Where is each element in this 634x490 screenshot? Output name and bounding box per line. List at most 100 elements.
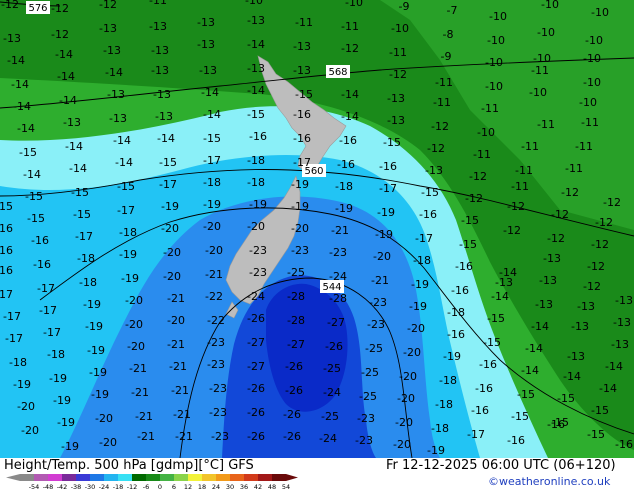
temperature-label: -12	[51, 28, 69, 41]
temperature-label: -20	[125, 318, 143, 331]
colorbar-tick-label: -18	[113, 483, 124, 490]
temperature-label: -12	[389, 68, 407, 81]
colorbar-swatch	[34, 474, 48, 481]
temperature-label: -10	[487, 34, 505, 47]
temperature-label: -24	[329, 270, 347, 283]
temperature-label: -19	[291, 178, 309, 191]
temperature-label: -13	[615, 294, 633, 307]
temperature-label: -19	[377, 206, 395, 219]
temperature-label: -13	[495, 276, 513, 289]
temperature-label: -26	[283, 430, 301, 443]
temperature-label: -23	[357, 412, 375, 425]
temperature-label: -11	[473, 148, 491, 161]
temperature-label: -16	[339, 134, 357, 147]
temperature-label: -14	[69, 162, 87, 175]
temperature-label: -14	[157, 132, 175, 145]
temperature-label: -13	[247, 62, 265, 75]
temperature-label: -19	[13, 378, 31, 391]
temperature-label: -15	[73, 208, 91, 221]
product-title: Height/Temp. 500 hPa [gdmp][°C] GFS	[4, 458, 254, 473]
temperature-label: -28	[287, 290, 305, 303]
temperature-label: -25	[323, 362, 341, 375]
temperature-label: -26	[247, 406, 265, 419]
colorbar-tick-label: 54	[282, 483, 290, 490]
temperature-label: -14	[105, 66, 123, 79]
temperature-label: -10	[477, 126, 495, 139]
temperature-label: -15	[19, 146, 37, 159]
temperature-label: -13	[425, 164, 443, 177]
colorbar-tick-label: 42	[254, 483, 262, 490]
temperature-label: -11	[435, 76, 453, 89]
temperature-label: -12	[603, 196, 621, 209]
temperature-label: -13	[577, 300, 595, 313]
colorbar-swatch	[104, 474, 118, 481]
temperature-label: -14	[65, 140, 83, 153]
temperature-label: -19	[57, 416, 75, 429]
temperature-label: -26	[325, 340, 343, 353]
temperature-label: -11	[511, 180, 529, 193]
temperature-label: -14	[113, 134, 131, 147]
temperature-label: -14	[203, 108, 221, 121]
temperature-label: -10	[583, 52, 601, 65]
temperature-label: -9	[399, 0, 410, 13]
colorbar-tick-label: -38	[71, 483, 82, 490]
colorbar-tick-label: 36	[240, 483, 248, 490]
temperature-label: -21	[331, 224, 349, 237]
temperature-label: -24	[323, 386, 341, 399]
temperature-label: -19	[427, 444, 445, 457]
temperature-label: -21	[173, 408, 191, 421]
temperature-label: -19	[249, 198, 267, 211]
temperature-label: -12	[587, 260, 605, 273]
temperature-label: -15	[27, 212, 45, 225]
temperature-label: -17	[43, 326, 61, 339]
temperature-label: -16	[337, 158, 355, 171]
temperature-label: -19	[83, 298, 101, 311]
temperature-label: -20	[99, 436, 117, 449]
colorbar-arrow-left	[6, 474, 20, 481]
temperature-label: -20	[205, 244, 223, 257]
temperature-label: -21	[171, 384, 189, 397]
temperature-label: -15	[459, 238, 477, 251]
temperature-label: -21	[371, 274, 389, 287]
credit-link[interactable]: ©weatheronline.co.uk	[488, 475, 610, 489]
temperature-label: -27	[247, 360, 265, 373]
temperature-label: -24	[319, 432, 337, 445]
colorbar-swatch	[48, 474, 62, 481]
temperature-label: -16	[0, 222, 13, 235]
temperature-label: -18	[335, 180, 353, 193]
temperature-label: -19	[161, 200, 179, 213]
temperature-label: -16	[547, 418, 565, 431]
temperature-label: -15	[159, 156, 177, 169]
temperature-label: -13	[571, 320, 589, 333]
temperature-label: -15	[247, 108, 265, 121]
temperature-label: -13	[387, 92, 405, 105]
contour-label-568: 568	[326, 65, 350, 78]
temperature-label: -13	[109, 112, 127, 125]
colorbar-tick-label: 24	[212, 483, 220, 490]
temperature-label: -13	[107, 88, 125, 101]
temperature-label: -13	[387, 114, 405, 127]
temperature-label: -13	[293, 40, 311, 53]
temperature-label: -17	[117, 204, 135, 217]
temperature-label: -12	[1, 0, 19, 11]
temperature-label: -13	[247, 14, 265, 27]
temperature-label: -19	[85, 320, 103, 333]
temperature-label: -10	[489, 10, 507, 23]
temperature-label: -18	[413, 254, 431, 267]
temperature-label: -19	[87, 344, 105, 357]
colorbar-tick-label: -42	[57, 483, 68, 490]
temperature-label: -26	[283, 408, 301, 421]
contour-label-576: 576	[26, 1, 50, 14]
temperature-label: -20	[17, 400, 35, 413]
colorbar-swatch	[188, 474, 202, 481]
colorbar-tick-label: 30	[226, 483, 234, 490]
colorbar-tick-label: 6	[172, 483, 176, 490]
temperature-label: -10	[579, 96, 597, 109]
temperature-label: -17	[415, 232, 433, 245]
temperature-label: -19	[61, 440, 79, 453]
temperature-label: -10	[541, 0, 559, 11]
temperature-label: -15	[421, 186, 439, 199]
temperature-label: -17	[37, 282, 55, 295]
temperature-label: -12	[341, 42, 359, 55]
colorbar-tick-label: 48	[268, 483, 276, 490]
